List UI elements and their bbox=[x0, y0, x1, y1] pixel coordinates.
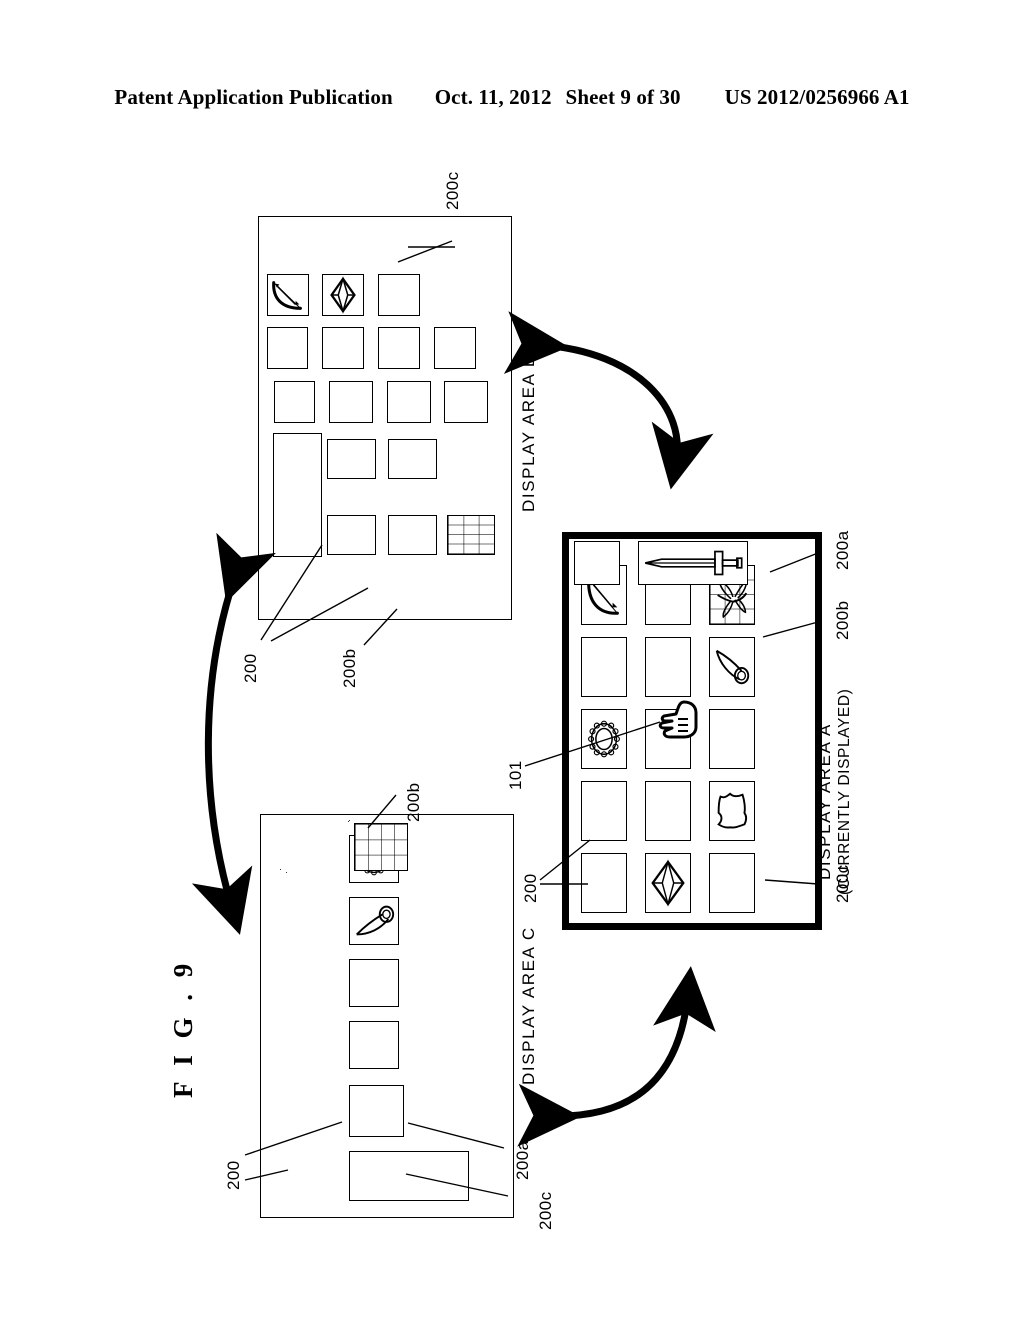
ref-200-area-c: 200 bbox=[224, 1160, 243, 1190]
item-slot[interactable] bbox=[574, 541, 620, 585]
ref-200c-area-c: 200c bbox=[536, 1191, 555, 1230]
ref-200b-area-b: 200b bbox=[340, 648, 359, 688]
item-slot-net[interactable] bbox=[447, 515, 495, 555]
ref-200c-area-b: 200c bbox=[443, 171, 462, 210]
ref-200-area-a: 200 bbox=[521, 873, 540, 903]
figure-label: F I G . 9 bbox=[168, 958, 198, 1098]
item-slot[interactable] bbox=[273, 433, 322, 557]
item-slot[interactable] bbox=[274, 381, 315, 423]
ref-200b-area-c: 200b bbox=[404, 782, 423, 822]
display-area-c-extra bbox=[260, 814, 514, 1218]
ref-200a-area-c: 200a bbox=[513, 1140, 532, 1180]
ref-101-area-a: 101 bbox=[506, 760, 525, 790]
item-slot[interactable] bbox=[267, 327, 308, 369]
item-slot[interactable] bbox=[277, 506, 278, 507]
display-area-a-title: DISPLAY AREA A bbox=[815, 723, 834, 880]
display-area-c-title: DISPLAY AREA C bbox=[519, 926, 538, 1085]
ref-200c-area-a: 200c bbox=[833, 864, 852, 903]
display-area-b-title: DISPLAY AREA B bbox=[519, 354, 538, 512]
item-slot[interactable] bbox=[327, 439, 376, 479]
publication-date: Oct. 11, 2012 bbox=[434, 84, 552, 109]
item-slot-sword[interactable] bbox=[638, 541, 748, 585]
ref-200b-area-a: 200b bbox=[833, 600, 852, 640]
item-slot[interactable] bbox=[388, 515, 437, 555]
item-slot[interactable] bbox=[387, 381, 431, 423]
item-slot[interactable] bbox=[378, 327, 420, 369]
arrow-b-to-a bbox=[503, 311, 714, 490]
display-area-b-panel[interactable] bbox=[258, 216, 512, 620]
hand-cursor-icon bbox=[654, 697, 710, 741]
sword-icon bbox=[645, 550, 743, 576]
sheet-number: Sheet 9 of 30 bbox=[565, 84, 681, 109]
bow-and-arrow-icon bbox=[272, 281, 302, 310]
item-slot[interactable] bbox=[378, 274, 420, 316]
display-area-b-group bbox=[258, 216, 512, 620]
ref-200-area-b: 200 bbox=[241, 653, 260, 683]
item-slot[interactable] bbox=[444, 381, 488, 423]
item-slot-net-top[interactable] bbox=[286, 872, 287, 873]
item-slot-net[interactable] bbox=[348, 821, 349, 822]
arrow-b-to-c bbox=[191, 532, 277, 935]
item-slot[interactable] bbox=[327, 515, 376, 555]
item-slot[interactable] bbox=[329, 381, 373, 423]
item-slot-gem[interactable] bbox=[322, 274, 364, 316]
item-slot-net-area-c[interactable] bbox=[354, 823, 408, 871]
publication-header: Patent Application Publication Oct. 11, … bbox=[0, 80, 1024, 114]
item-slot[interactable] bbox=[434, 327, 476, 369]
publication-number: US 2012/0256966 A1 bbox=[724, 84, 910, 109]
gemstone-icon bbox=[330, 276, 356, 314]
arrow-c-to-a bbox=[517, 966, 716, 1147]
item-slot[interactable] bbox=[322, 327, 364, 369]
item-slot-bow[interactable] bbox=[267, 274, 309, 316]
ref-200a-area-a: 200a bbox=[833, 530, 852, 570]
item-slot[interactable] bbox=[388, 439, 437, 479]
publication-title: Patent Application Publication bbox=[114, 84, 393, 109]
